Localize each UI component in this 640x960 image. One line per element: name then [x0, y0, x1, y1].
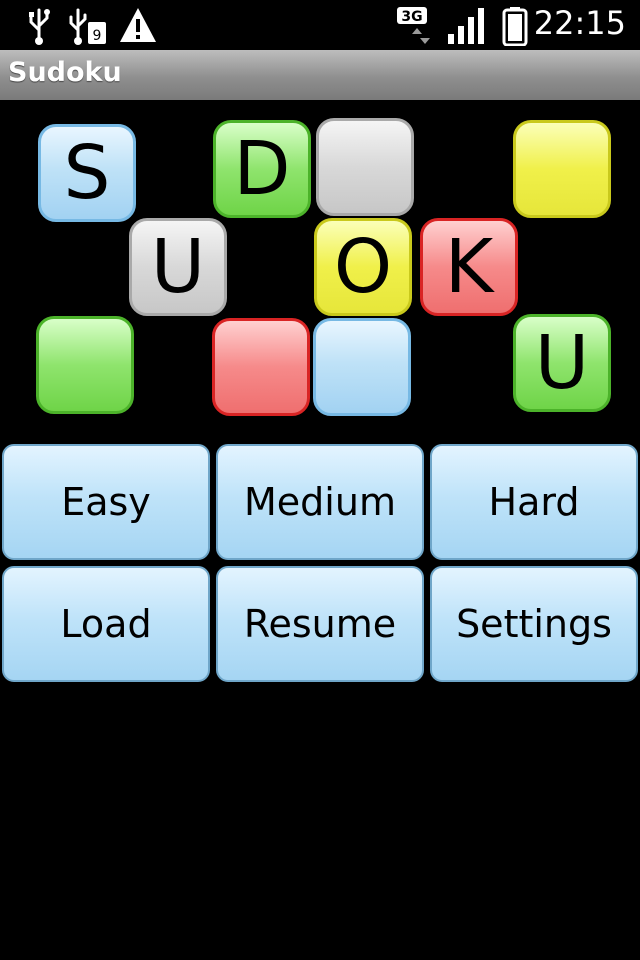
usb-icon: [29, 8, 50, 45]
medium-button[interactable]: Medium: [216, 444, 424, 560]
warning-icon: [120, 8, 156, 42]
settings-button[interactable]: Settings: [430, 566, 638, 682]
resume-button[interactable]: Resume: [216, 566, 424, 682]
usb-sd-icon: 9: [69, 8, 106, 45]
svg-text:9: 9: [93, 28, 102, 44]
app-title: Sudoku: [8, 57, 122, 88]
hard-button[interactable]: Hard: [430, 444, 638, 560]
network-3g-icon: 3G: [397, 7, 430, 44]
logo-tile-u2: U: [513, 314, 611, 412]
logo-tile-k: K: [420, 218, 518, 316]
svg-text:3G: 3G: [401, 9, 422, 25]
logo-tile-u: U: [129, 218, 227, 316]
logo-tile-o: O: [314, 218, 412, 316]
clock: 22:15: [533, 4, 626, 42]
signal-icon: [448, 8, 484, 44]
logo-tile-blank-yellow: [513, 120, 611, 218]
title-bar: Sudoku: [0, 50, 640, 100]
logo-tile-blank-red: [212, 318, 310, 416]
logo-tile-d: D: [213, 120, 311, 218]
logo-tile-blank-grey: [316, 118, 414, 216]
sudoku-logo: S D U O K U: [0, 100, 640, 430]
load-button[interactable]: Load: [2, 566, 210, 682]
logo-tile-blank-blue: [313, 318, 411, 416]
battery-icon: [502, 7, 528, 46]
easy-button[interactable]: Easy: [2, 444, 210, 560]
status-bar: 9 3G 22:15: [0, 0, 640, 50]
logo-tile-s: S: [38, 124, 136, 222]
logo-tile-blank-green: [36, 316, 134, 414]
